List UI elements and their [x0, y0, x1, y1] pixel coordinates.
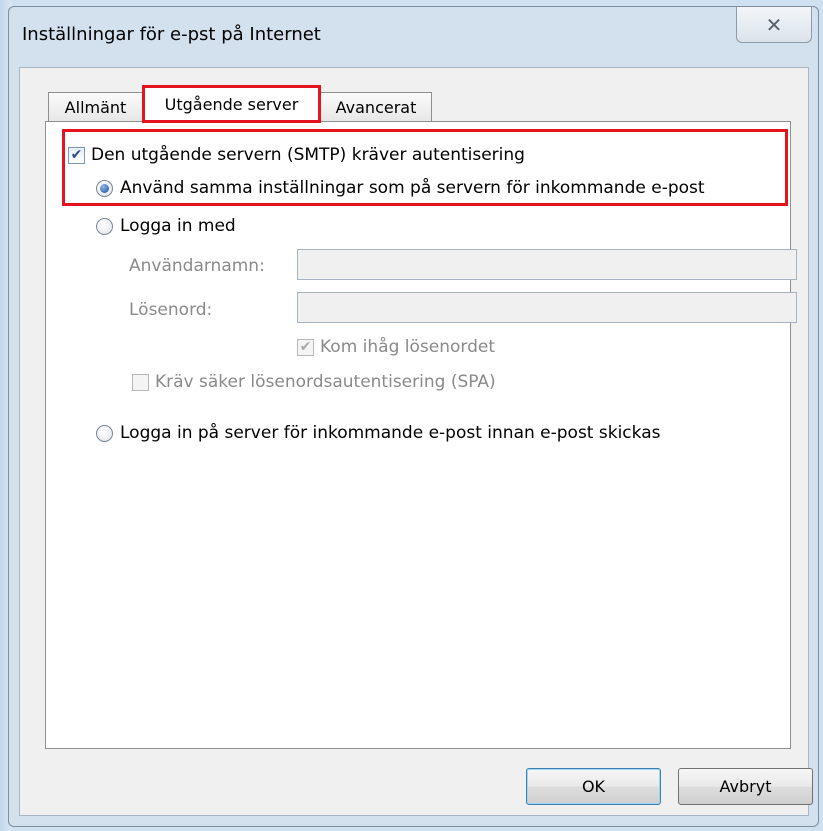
use-same-settings-label: Använd samma inställningar som på server…	[120, 178, 705, 198]
password-label: Lösenord:	[129, 300, 213, 320]
require-spa-row[interactable]: Kräv säker lösenordsautentisering (SPA)	[132, 372, 496, 392]
username-label: Användarnamn:	[129, 256, 265, 276]
smtp-auth-label: Den utgående servern (SMTP) kräver auten…	[91, 145, 525, 165]
use-same-settings-row[interactable]: Använd samma inställningar som på server…	[96, 178, 705, 198]
remember-password-row[interactable]: ✔ Kom ihåg lösenordet	[297, 337, 495, 357]
close-icon: ✕	[765, 12, 783, 37]
tab-outgoing-server[interactable]: Utgående server	[142, 85, 321, 123]
settings-dialog: Inställningar för e-pst på Internet ✕ Al…	[8, 6, 819, 827]
outgoing-server-panel: ✔ Den utgående servern (SMTP) kräver aut…	[45, 121, 797, 749]
smtp-auth-checkbox-row[interactable]: ✔ Den utgående servern (SMTP) kräver aut…	[68, 145, 525, 165]
username-input[interactable]	[297, 249, 797, 280]
log-in-incoming-radio[interactable]	[96, 424, 113, 442]
remember-password-label: Kom ihåg lösenordet	[320, 337, 495, 357]
use-same-settings-radio[interactable]	[96, 179, 113, 197]
password-input[interactable]	[297, 292, 797, 323]
checkmark-icon: ✔	[70, 147, 83, 163]
radio-dot-icon	[100, 183, 109, 193]
require-spa-checkbox[interactable]	[132, 373, 149, 391]
log-in-with-label: Logga in med	[120, 216, 236, 236]
require-spa-label: Kräv säker lösenordsautentisering (SPA)	[155, 372, 496, 392]
tab-advanced[interactable]: Avancerat	[320, 92, 432, 122]
dialog-client-area: Allmänt Utgående server Avancerat ✔ Den …	[19, 67, 813, 816]
log-in-with-radio[interactable]	[96, 217, 113, 235]
smtp-auth-checkbox[interactable]: ✔	[68, 146, 85, 164]
close-button[interactable]: ✕	[736, 7, 812, 43]
dialog-title: Inställningar för e-pst på Internet	[22, 24, 321, 45]
cancel-button[interactable]: Avbryt	[678, 768, 813, 805]
tab-outgoing-server-label: Utgående server	[164, 94, 299, 114]
tab-general-label: Allmänt	[64, 98, 127, 117]
log-in-incoming-label: Logga in på server för inkommande e-post…	[120, 423, 661, 443]
tab-advanced-label: Avancerat	[335, 98, 417, 117]
checkmark-icon: ✔	[299, 339, 312, 355]
remember-password-checkbox[interactable]: ✔	[297, 338, 314, 356]
log-in-incoming-row[interactable]: Logga in på server för inkommande e-post…	[96, 423, 660, 443]
ok-button[interactable]: OK	[526, 768, 661, 805]
log-in-with-row[interactable]: Logga in med	[96, 216, 236, 236]
tab-general[interactable]: Allmänt	[48, 92, 143, 122]
